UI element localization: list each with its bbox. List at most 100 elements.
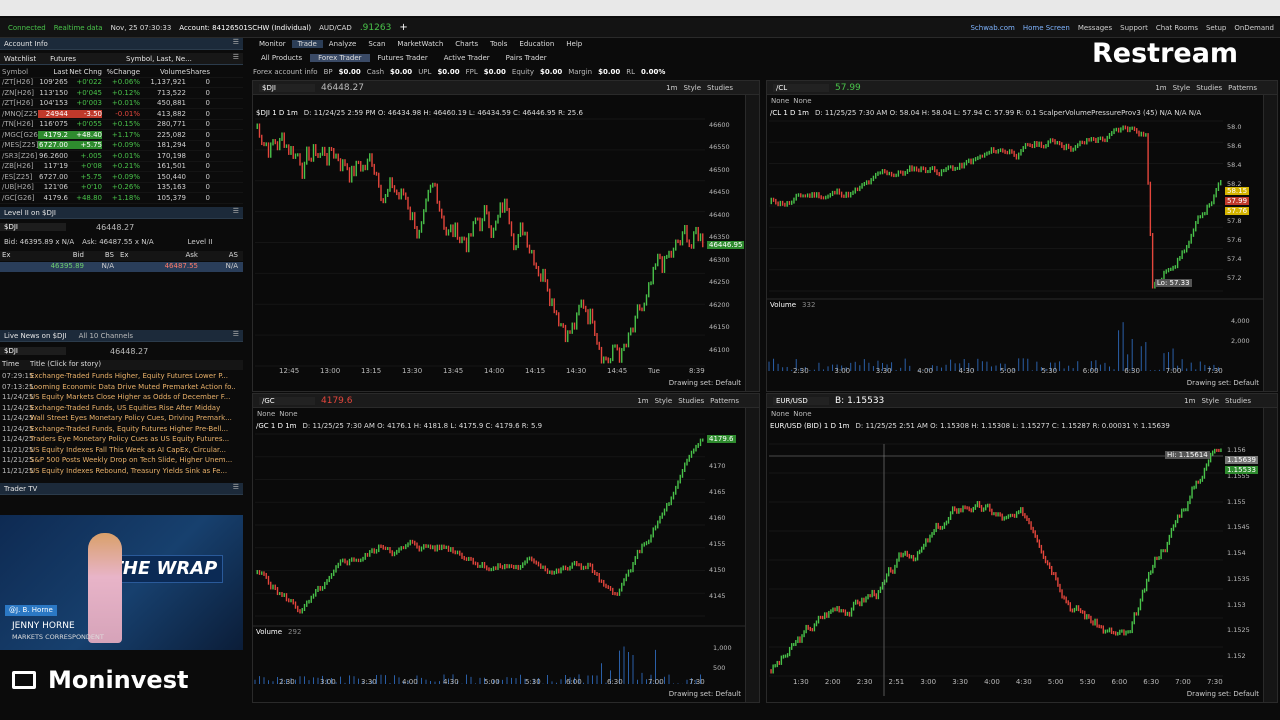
watchlist-name[interactable]: Futures (50, 55, 76, 63)
price-chart[interactable] (767, 81, 1277, 391)
schwab-link[interactable]: Schwab.com (970, 24, 1014, 32)
chat-rooms-link[interactable]: Chat Rooms (1156, 24, 1198, 32)
messages-link[interactable]: Messages (1078, 24, 1112, 32)
tv-banner: THE WRAP (105, 555, 223, 583)
subtab-forex-trader[interactable]: Forex Trader (310, 54, 370, 62)
high-marker: Hi: 1.15614 (1165, 451, 1210, 459)
news-item[interactable]: 07:13:25 Looming Economic Data Drive Mute… (0, 382, 243, 393)
subtab-all-products[interactable]: All Products (253, 54, 310, 62)
drawing-set[interactable]: Drawing set: Default (669, 379, 741, 387)
watchlist-row[interactable]: /SR3[Z26] 96.2600 +.005 +0.01% 170,198 0 (0, 151, 243, 162)
drawing-set[interactable]: Drawing set: Default (1187, 690, 1259, 698)
support-link[interactable]: Support (1120, 24, 1148, 32)
news-item[interactable]: 11/24/25 US Equity Markets Close Higher a… (0, 392, 243, 403)
level2-ask-line: Ask: 46487.55 x N/A (82, 237, 154, 246)
subtab-pairs-trader[interactable]: Pairs Trader (498, 54, 555, 62)
menu-icon[interactable]: ☰ (233, 483, 239, 491)
watchlist-cell-sym: /ZT[H26] (2, 78, 34, 87)
menu-icon[interactable]: ☰ (233, 330, 239, 338)
account-select[interactable]: Account: 84126501SCHW (Individual) (179, 24, 311, 32)
drawing-set[interactable]: Drawing set: Default (1187, 379, 1259, 387)
tab-analyze[interactable]: Analyze (323, 40, 363, 48)
tab-education[interactable]: Education (513, 40, 560, 48)
col-last[interactable]: Last (38, 68, 68, 76)
news-header[interactable]: Live News on $DJI All 10 Channels ☰ (0, 330, 243, 342)
watchlist-cell-net: +0'045 (76, 88, 102, 97)
news-item[interactable]: 11/21/25 US Equity Indexes Fall This Week… (0, 445, 243, 456)
watchlist-row[interactable]: /ES[Z25] 6727.00 +5.75 +0.09% 150,440 0 (0, 172, 243, 183)
l2-col-as: AS (228, 251, 238, 259)
watchlist-row[interactable]: /TN[H26] 116'075 +0'055 +0.15% 280,771 0 (0, 120, 243, 130)
watchlist-row[interactable]: /MNQ[Z25] 24944 -3.50 -0.01% 413,882 0 (0, 109, 243, 120)
watchlist-cell-sh: 0 (205, 130, 210, 139)
watchlist-row[interactable]: /ZN[H26] 113'150 +0'045 +0.12% 713,522 0 (0, 88, 243, 99)
tab-charts[interactable]: Charts (449, 40, 484, 48)
x-axis-tick: 13:00 (320, 367, 341, 375)
level2-quote: Bid: 46395.89 x N/A Ask: 46487.55 x N/A … (0, 236, 243, 247)
news-symbol-input[interactable]: $DJI (0, 347, 66, 355)
watchlist-cell-net: +0'10 (80, 183, 102, 192)
watchlist-cell-sym: /TN[H26] (2, 120, 34, 129)
chart-side-toolbar[interactable] (745, 408, 759, 702)
tab-trade[interactable]: Trade (291, 39, 323, 48)
x-axis-tick: 2:51 (888, 678, 905, 686)
add-icon[interactable]: + (399, 22, 407, 33)
watchlist-row[interactable]: /GC[G26] 4179.6 +48.80 +1.18% 105,379 0 (0, 193, 243, 204)
news-col-title: Title (Click for story) (30, 360, 102, 368)
watchlist-cell-sym: /ZN[H26] (2, 88, 35, 97)
news-headline: US Equity Indexes Rebound, Treasury Yiel… (30, 466, 228, 475)
level2-symbol-input[interactable]: $DJI (0, 223, 66, 231)
trader-tv-header[interactable]: Trader TV ☰ (0, 483, 243, 495)
news-item[interactable]: 07:29:15 Exchange-Traded Funds Higher, Eq… (0, 371, 243, 382)
col-symbol[interactable]: Symbol (0, 68, 38, 76)
subtab-futures-trader[interactable]: Futures Trader (370, 54, 436, 62)
news-item[interactable]: 11/21/25 US Equity Indexes Rebound, Treas… (0, 466, 243, 477)
account-info-header[interactable]: Account Info ☰ (0, 38, 243, 50)
watchlist-row[interactable]: /MES[Z25] 6727.00 +5.75 +0.09% 181,294 0 (0, 141, 243, 151)
col-shares[interactable]: Shares (186, 68, 210, 76)
chart-panel-eurusd: EUR/USD B: 1.15533 1m Style Studies None None E… (766, 393, 1278, 703)
news-item[interactable]: 11/24/25 Wall Street Eyes Monetary Policy… (0, 413, 243, 424)
news-item[interactable]: 11/24/25 Exchange-Traded Funds, US Equiti… (0, 403, 243, 414)
tab-tools[interactable]: Tools (484, 40, 513, 48)
watchlist-row[interactable]: /MGC[G26] 4179.2 +48.40 +1.17% 225,082 0 (0, 130, 243, 141)
watchlist-row[interactable]: /ZB[H26] 117'19 +0'08 +0.21% 161,501 0 (0, 162, 243, 172)
level2-header[interactable]: Level II on $DJI ☰ (0, 207, 243, 219)
y-axis-tick: 46300 (709, 255, 730, 264)
col-pctchange[interactable]: %Change (102, 68, 140, 76)
ondemand-link[interactable]: OnDemand (1234, 24, 1274, 32)
watchlist-cell-last: 6727.00 (38, 141, 68, 150)
drawing-set[interactable]: Drawing set: Default (669, 690, 741, 698)
news-channels[interactable]: All 10 Channels (79, 332, 133, 340)
y-axis-tick: 57.4 (1227, 255, 1242, 264)
news-item[interactable]: 11/24/25 Exchange-Traded Funds, Equity Fu… (0, 424, 243, 435)
menu-icon[interactable]: ☰ (233, 53, 239, 61)
chart-side-toolbar[interactable] (1263, 95, 1277, 391)
tab-help[interactable]: Help (560, 40, 588, 48)
col-netchng[interactable]: Net Chng (68, 68, 102, 76)
menu-icon[interactable]: ☰ (233, 38, 239, 46)
watchlist-row[interactable]: /UB[H26] 121'06 +0'10 +0.26% 135,163 0 (0, 183, 243, 193)
chart-side-toolbar[interactable] (745, 95, 759, 391)
x-axis-tick: 7:00 (1175, 678, 1191, 686)
price-chart[interactable] (767, 394, 1277, 702)
price-chart[interactable] (253, 81, 759, 391)
chart-side-toolbar[interactable] (1263, 408, 1277, 702)
home-screen-link[interactable]: Home Screen (1023, 24, 1070, 32)
tab-scan[interactable]: Scan (362, 40, 391, 48)
tab-marketwatch[interactable]: MarketWatch (391, 40, 449, 48)
watchlist-cell-net: +0'055 (76, 120, 102, 129)
menu-icon[interactable]: ☰ (233, 207, 239, 215)
trader-tv-video[interactable]: THE WRAP @J. B. Horne JENNY HORNE MARKET… (0, 515, 243, 650)
news-item[interactable]: 11/24/25 Traders Eye Monetary Policy Cues… (0, 434, 243, 445)
price-chart[interactable] (253, 394, 759, 702)
news-item[interactable]: 11/21/25 S&P 500 Posts Weekly Drop on Tec… (0, 455, 243, 466)
symbol-search[interactable]: Symbol, Last, Ne... (126, 55, 192, 63)
watchlist-row[interactable]: /ZT[H26] 109'265 +0'022 +0.06% 1,137,921 0 (0, 78, 243, 88)
setup-link[interactable]: Setup (1206, 24, 1226, 32)
x-axis-tick: 4:30 (443, 678, 459, 686)
col-volume[interactable]: Volume (140, 68, 186, 76)
subtab-active-trader[interactable]: Active Trader (436, 54, 498, 62)
tab-monitor[interactable]: Monitor (253, 40, 292, 48)
watchlist-row[interactable]: /ZT[H26] 104'153 +0'003 +0.01% 450,881 0 (0, 99, 243, 109)
